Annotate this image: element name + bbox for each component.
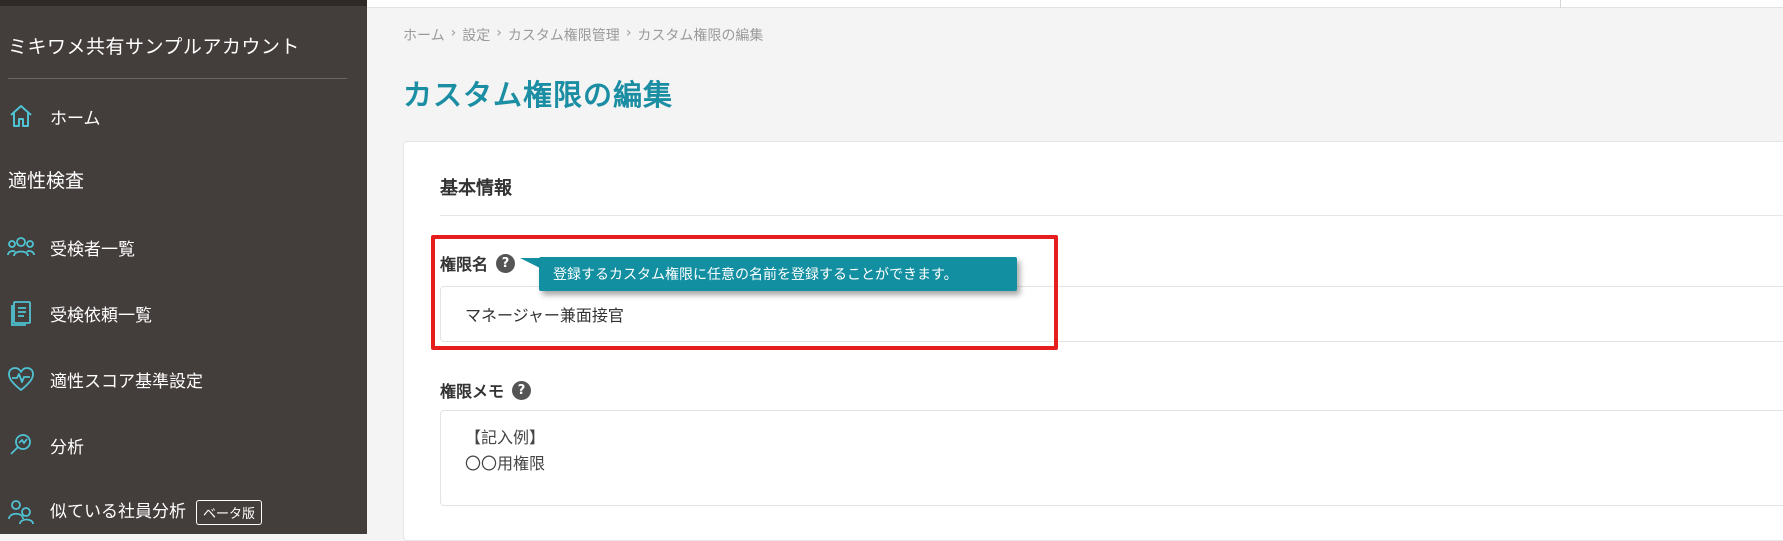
top-bar <box>367 0 1783 8</box>
permission-memo-label-text: 権限メモ <box>440 382 505 401</box>
users-icon <box>6 232 36 262</box>
basic-info-card: 基本情報 権限名 ? 権限メモ ? 【記入例】 〇〇用権限 <box>403 141 1783 541</box>
sidebar-item-label: 適性スコア基準設定 <box>50 371 203 392</box>
sidebar-item-home[interactable]: ホーム <box>0 96 367 136</box>
sidebar-item-label: 受検者一覧 <box>50 239 135 260</box>
home-icon <box>6 101 36 131</box>
memo-placeholder-line2: 〇〇用権限 <box>465 454 546 473</box>
account-name: ミキワメ共有サンプルアカウント <box>8 36 300 58</box>
permission-name-input[interactable] <box>440 286 1783 342</box>
permission-name-label-text: 権限名 <box>440 255 489 274</box>
sidebar-item-label: ホーム <box>50 108 101 129</box>
document-list-icon <box>6 298 36 328</box>
breadcrumb-separator: › <box>496 25 502 41</box>
heart-pulse-icon <box>6 364 36 394</box>
top-bar-separator <box>1560 0 1561 8</box>
sidebar-top-strip <box>0 0 367 6</box>
sidebar-item-label: 似ている社員分析 ベータ版 <box>50 497 263 525</box>
beta-badge: ベータ版 <box>196 499 263 525</box>
sidebar-item-examinees[interactable]: 受検者一覧 <box>0 227 367 267</box>
sidebar-item-similar-employees[interactable]: 似ている社員分析 ベータ版 <box>0 491 367 531</box>
breadcrumb-separator: › <box>450 25 457 41</box>
breadcrumb-current: カスタム権限の編集 <box>637 28 764 44</box>
permission-memo-textarea[interactable]: 【記入例】 〇〇用権限 <box>440 410 1783 506</box>
card-divider <box>440 215 1783 216</box>
section-title: 適性検査 <box>8 170 85 192</box>
people-compare-icon <box>6 496 36 526</box>
sidebar-item-analysis[interactable]: 分析 <box>0 425 367 465</box>
sidebar-item-label: 分析 <box>50 437 84 458</box>
card-heading: 基本情報 <box>440 178 512 199</box>
permission-memo-label: 権限メモ ? <box>440 378 532 402</box>
sidebar-item-score-settings[interactable]: 適性スコア基準設定 <box>0 359 367 399</box>
magnify-chart-icon <box>6 430 36 460</box>
breadcrumb-home[interactable]: ホーム <box>403 25 445 45</box>
breadcrumb-settings[interactable]: 設定 <box>462 25 490 45</box>
page-title: カスタム権限の編集 <box>403 78 674 112</box>
breadcrumb-custom-permissions[interactable]: カスタム権限管理 <box>508 25 620 45</box>
memo-placeholder-line1: 【記入例】 <box>465 428 546 447</box>
permission-name-label: 権限名 ? <box>440 251 516 275</box>
help-icon[interactable]: ? <box>512 380 532 400</box>
breadcrumb: ホーム › 設定 › カスタム権限管理 › カスタム権限の編集 <box>403 25 763 45</box>
permission-name-tooltip: 登録するカスタム権限に任意の名前を登録することができます。 <box>539 257 1017 291</box>
sidebar-item-label: 受検依頼一覧 <box>50 305 152 326</box>
sidebar-item-requests[interactable]: 受検依頼一覧 <box>0 293 367 333</box>
tooltip-arrow <box>520 258 540 268</box>
help-icon[interactable]: ? <box>496 253 516 273</box>
sidebar-divider <box>8 78 347 79</box>
breadcrumb-separator: › <box>625 25 632 41</box>
sidebar: ミキワメ共有サンプルアカウント ホーム 適性検査 受検者一覧 受検依頼一覧 適性… <box>0 0 367 534</box>
sidebar-item-label-text: 似ている社員分析 <box>50 502 186 523</box>
